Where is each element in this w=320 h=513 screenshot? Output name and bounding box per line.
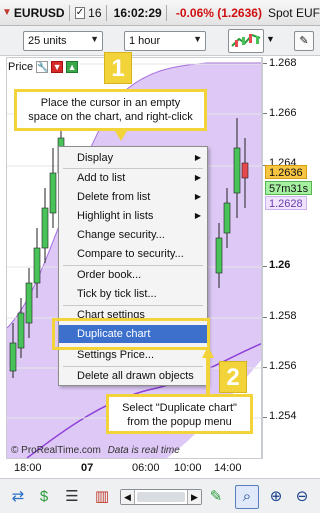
tick-mark bbox=[263, 417, 267, 418]
step1-callout: Place the cursor in an empty space on th… bbox=[14, 89, 207, 131]
menu-item-highlight-in-lists[interactable]: Highlight in lists ▶ bbox=[59, 207, 207, 225]
context-menu: Display ▶ Add to list ▶ Delete from list… bbox=[58, 146, 208, 386]
menu-item-label: Highlight in lists bbox=[77, 210, 154, 222]
y-tick-label: 1.266 bbox=[269, 107, 297, 119]
price-axis[interactable]: 1.268 1.266 1.264 1.2636 57m31s 1.2628 1… bbox=[262, 57, 320, 459]
title-bar: ▼ EURUSD ✓ 16 16:02:29 -0.06% (1.2636) S… bbox=[0, 0, 320, 26]
chevron-down-icon: ▼ bbox=[90, 34, 99, 44]
current-time: 16:02:29 bbox=[113, 5, 162, 20]
highlight-frame bbox=[52, 318, 210, 350]
menu-item-label: Order book... bbox=[77, 269, 142, 281]
tick-mark bbox=[263, 63, 267, 64]
x-tick-label: 18:00 bbox=[14, 462, 42, 474]
submenu-arrow-icon: ▶ bbox=[194, 192, 201, 201]
step2-callout: Select "Duplicate chart" from the popup … bbox=[106, 394, 253, 434]
menu-item-label: Compare to security... bbox=[77, 248, 184, 260]
price-change: -0.06% (1.2636) bbox=[175, 5, 262, 20]
chart-toolbar: 25 units ▼ 1 hour ▼ ▼ ✎ bbox=[0, 26, 320, 56]
menu-item-add-to-list[interactable]: Add to list ▶ bbox=[59, 169, 207, 187]
submenu-arrow-icon: ▶ bbox=[194, 173, 201, 182]
list-icon[interactable]: ☰ bbox=[62, 487, 82, 507]
menu-item-display[interactable]: Display ▶ bbox=[59, 149, 207, 167]
menu-item-label: Change security... bbox=[77, 229, 165, 241]
time-axis[interactable]: 18:00 07 06:00 10:00 14:00 bbox=[6, 459, 262, 477]
scroll-left-icon[interactable]: ◀ bbox=[121, 490, 135, 504]
tick-mark bbox=[263, 113, 267, 114]
step1-badge: 1 bbox=[104, 52, 132, 84]
bar-countdown-badge: 57m31s bbox=[265, 181, 313, 195]
scroll-thumb[interactable] bbox=[137, 492, 185, 502]
pencil-draw-icon[interactable]: ✎ bbox=[206, 487, 226, 507]
market-label: Spot EUF bbox=[267, 5, 320, 20]
panel-label: Price bbox=[8, 61, 34, 73]
zoom-in-icon[interactable]: ⊕ bbox=[266, 487, 286, 507]
chart-watermark: © ProRealTime.com Data is real time bbox=[11, 445, 180, 456]
y-tick-label: 1.26 bbox=[269, 259, 291, 271]
bars-icon[interactable]: ▥ bbox=[92, 487, 112, 507]
zoom-select-icon: ⌕ bbox=[242, 488, 252, 505]
time-scrollbar[interactable]: ◀ ▶ bbox=[120, 489, 202, 505]
chart-type-button[interactable] bbox=[228, 29, 264, 53]
share-icon[interactable]: ⇄ bbox=[8, 487, 28, 507]
menu-item-delete-from-list[interactable]: Delete from list ▶ bbox=[59, 188, 207, 206]
timeframe-dropdown[interactable]: 1 hour ▼ bbox=[124, 31, 206, 51]
callout-text: from the popup menu bbox=[127, 416, 232, 428]
menu-item-label: Delete all drawn objects bbox=[77, 370, 194, 382]
indicator-icon[interactable]: $ bbox=[34, 487, 54, 507]
x-tick-label: 10:00 bbox=[174, 462, 202, 474]
menu-item-label: Tick by tick list... bbox=[77, 288, 157, 300]
tick-mark bbox=[263, 317, 267, 318]
move-up-icon[interactable]: ▲ bbox=[66, 61, 79, 73]
menu-item-compare-to-security[interactable]: Compare to security... bbox=[59, 245, 207, 263]
tick-mark bbox=[263, 367, 267, 368]
lower-value-badge: 1.2628 bbox=[265, 196, 307, 210]
units-value: 25 units bbox=[28, 35, 67, 47]
menu-item-label: Delete from list bbox=[77, 191, 151, 203]
x-tick-label: 14:00 bbox=[214, 462, 242, 474]
menu-item-delete-all-drawn-objects[interactable]: Delete all drawn objects bbox=[59, 367, 207, 385]
symbol-name[interactable]: EURUSD bbox=[14, 6, 65, 20]
bottom-toolbar: ⇄ $ ☰ ▥ ◀ ▶ ✎ ⌕ ⊕ ⊖ bbox=[0, 478, 320, 513]
callout-pointer-stem bbox=[206, 356, 210, 394]
x-tick-label: 07 bbox=[81, 462, 94, 474]
move-down-icon[interactable]: ▼ bbox=[51, 61, 64, 73]
chevron-down-icon: ▼ bbox=[193, 34, 202, 44]
y-tick-label: 1.268 bbox=[269, 57, 297, 69]
collapse-chevron-icon[interactable]: ▼ bbox=[2, 7, 12, 18]
callout-text: Place the cursor in an empty bbox=[40, 97, 181, 109]
tick-mark bbox=[263, 266, 267, 267]
pencil-tool-button[interactable]: ✎ bbox=[294, 31, 314, 51]
copyright-text: © ProRealTime.com bbox=[11, 445, 101, 456]
chevron-down-icon[interactable]: ▼ bbox=[266, 34, 275, 44]
last-price-badge: 1.2636 bbox=[265, 165, 307, 179]
units-dropdown[interactable]: 25 units ▼ bbox=[23, 31, 103, 51]
scroll-right-icon[interactable]: ▶ bbox=[187, 490, 201, 504]
menu-item-change-security[interactable]: Change security... bbox=[59, 226, 207, 244]
y-tick-label: 1.258 bbox=[269, 310, 297, 322]
submenu-arrow-icon: ▶ bbox=[194, 211, 201, 220]
menu-item-label: Settings Price... bbox=[77, 349, 155, 361]
submenu-arrow-icon: ▶ bbox=[194, 153, 201, 162]
x-tick-label: 06:00 bbox=[132, 462, 160, 474]
link-number: 16 bbox=[88, 5, 102, 20]
timeframe-value: 1 hour bbox=[129, 35, 161, 47]
step2-badge: 2 bbox=[219, 361, 247, 393]
menu-item-order-book[interactable]: Order book... bbox=[59, 266, 207, 284]
y-tick-label: 1.256 bbox=[269, 360, 297, 372]
price-panel-header: Price 🔧 ▼ ▲ bbox=[8, 59, 81, 75]
pencil-icon: ✎ bbox=[299, 35, 309, 47]
realtime-note: Data is real time bbox=[107, 445, 180, 456]
chart-type-icon bbox=[231, 33, 261, 47]
callout-pointer bbox=[115, 131, 127, 141]
callout-text: Select "Duplicate chart" bbox=[122, 402, 237, 414]
wrench-icon[interactable]: 🔧 bbox=[36, 61, 48, 73]
link-checkbox[interactable]: ✓ bbox=[74, 6, 86, 19]
y-tick-label: 1.254 bbox=[269, 410, 297, 422]
menu-item-tick-by-tick-list[interactable]: Tick by tick list... bbox=[59, 285, 207, 303]
chart-window: ▼ EURUSD ✓ 16 16:02:29 -0.06% (1.2636) S… bbox=[0, 0, 320, 513]
menu-item-label: Add to list bbox=[77, 172, 126, 184]
zoom-out-icon[interactable]: ⊖ bbox=[292, 487, 312, 507]
menu-item-label: Display bbox=[77, 152, 114, 164]
callout-text: space on the chart, and right-click bbox=[28, 111, 193, 123]
